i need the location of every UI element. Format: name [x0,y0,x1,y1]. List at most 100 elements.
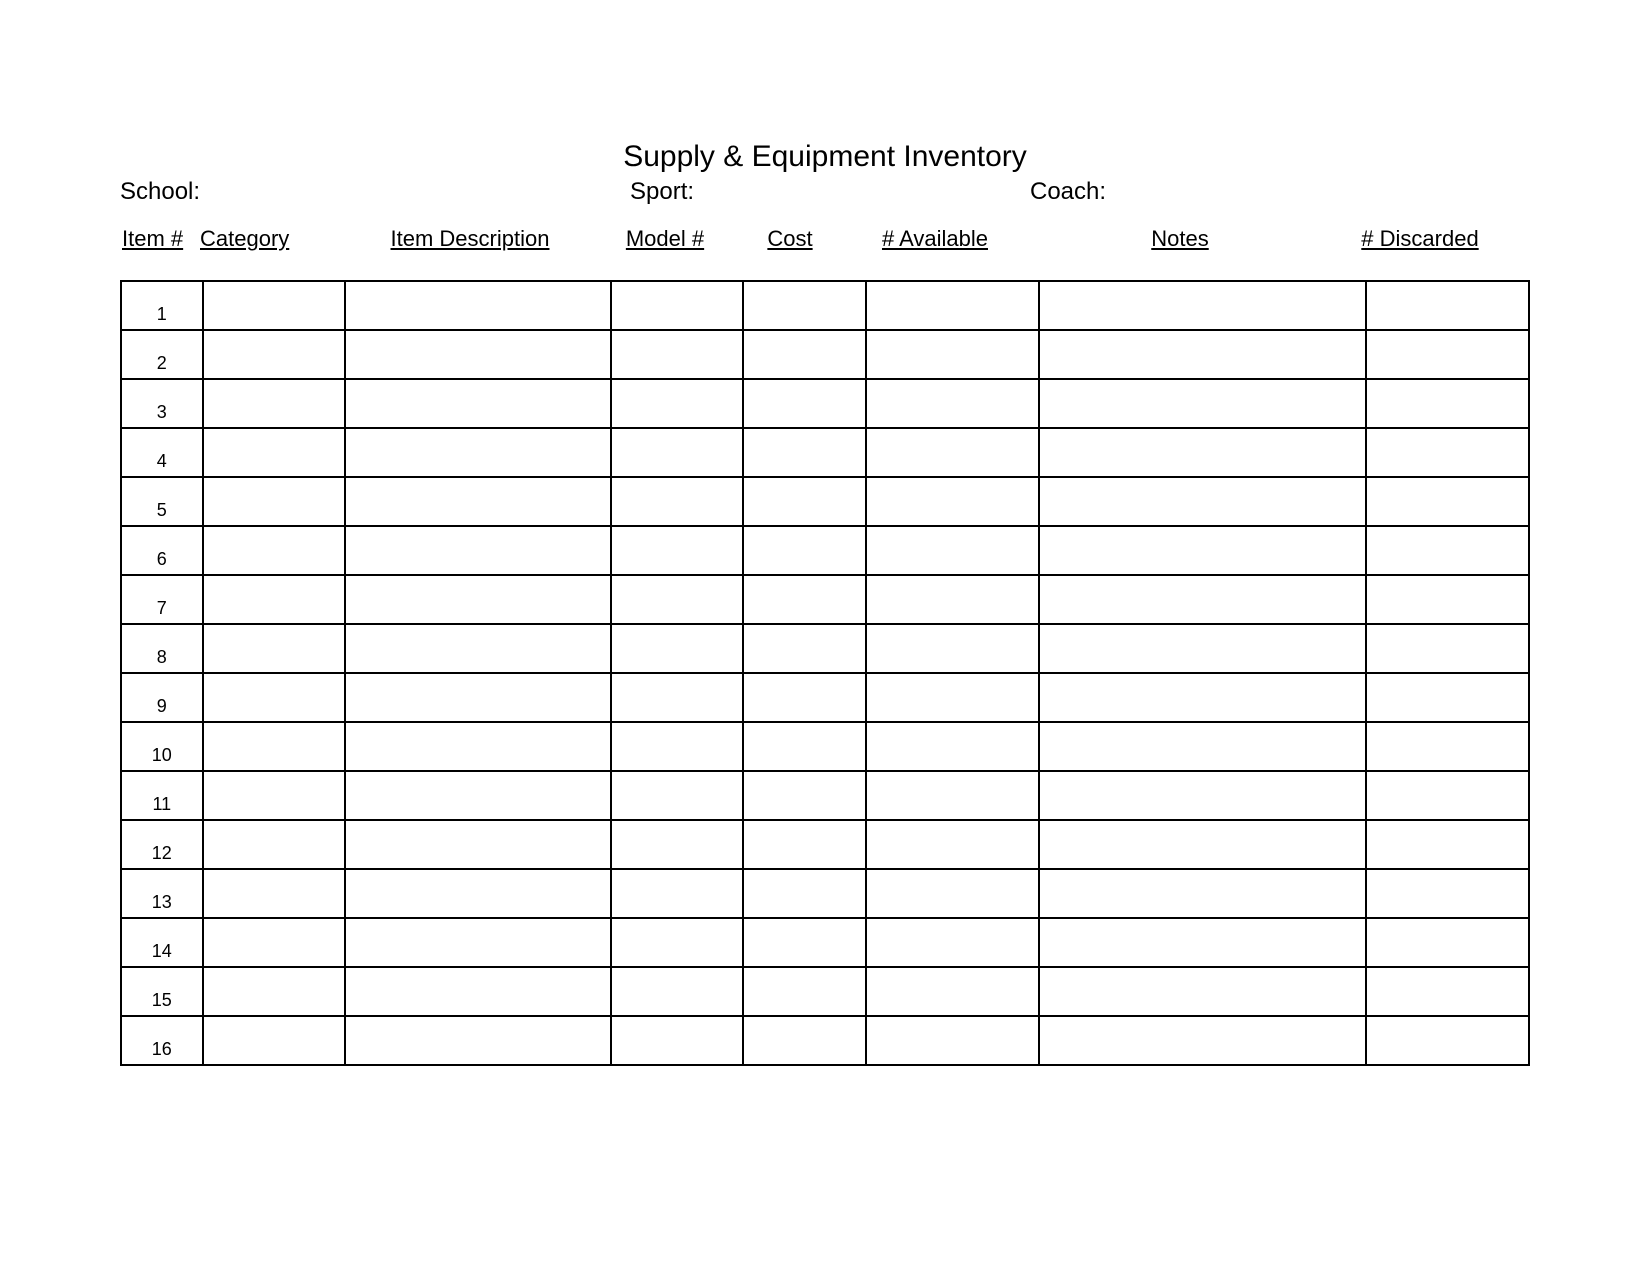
cell-category [203,820,346,869]
cell-notes [1039,575,1365,624]
cell-notes [1039,281,1365,330]
cell-discarded [1366,869,1529,918]
table-row: 9 [121,673,1529,722]
cell-item-number: 4 [121,428,203,477]
cell-cost [743,526,865,575]
cell-available [866,477,1039,526]
cell-available [866,330,1039,379]
cell-category [203,575,346,624]
cell-notes [1039,869,1365,918]
cell-available [866,575,1039,624]
cell-category [203,477,346,526]
cell-category [203,869,346,918]
cell-description [345,722,610,771]
cell-cost [743,771,865,820]
cell-discarded [1366,673,1529,722]
cell-description [345,967,610,1016]
cell-available [866,722,1039,771]
coach-label: Coach: [1030,178,1530,206]
cell-category [203,673,346,722]
cell-item-number: 3 [121,379,203,428]
cell-category [203,722,346,771]
cell-notes [1039,330,1365,379]
inventory-table: 12345678910111213141516 [120,280,1530,1066]
cell-discarded [1366,722,1529,771]
cell-model [611,575,744,624]
cell-available [866,281,1039,330]
cell-cost [743,330,865,379]
sport-label: Sport: [630,178,1030,206]
cell-item-number: 15 [121,967,203,1016]
cell-category [203,918,346,967]
cell-available [866,771,1039,820]
cell-notes [1039,820,1365,869]
cell-cost [743,967,865,1016]
cell-notes [1039,428,1365,477]
table-row: 10 [121,722,1529,771]
cell-category [203,379,346,428]
cell-item-number: 8 [121,624,203,673]
cell-description [345,918,610,967]
cell-discarded [1366,1016,1529,1065]
cell-discarded [1366,575,1529,624]
cell-description [345,1016,610,1065]
cell-model [611,1016,744,1065]
cell-description [345,428,610,477]
cell-category [203,1016,346,1065]
cell-category [203,428,346,477]
cell-model [611,624,744,673]
cell-available [866,526,1039,575]
cell-category [203,967,346,1016]
cell-available [866,869,1039,918]
cell-notes [1039,722,1365,771]
cell-cost [743,575,865,624]
table-row: 8 [121,624,1529,673]
cell-cost [743,673,865,722]
cell-discarded [1366,820,1529,869]
cell-model [611,330,744,379]
header-notes: Notes [1020,226,1340,252]
cell-cost [743,918,865,967]
cell-model [611,673,744,722]
cell-discarded [1366,330,1529,379]
school-label: School: [120,178,630,206]
cell-item-number: 16 [121,1016,203,1065]
cell-description [345,624,610,673]
cell-item-number: 14 [121,918,203,967]
cell-available [866,820,1039,869]
cell-cost [743,477,865,526]
header-category: Category [200,226,340,252]
cell-model [611,771,744,820]
cell-available [866,428,1039,477]
cell-notes [1039,526,1365,575]
cell-description [345,526,610,575]
cell-notes [1039,1016,1365,1065]
table-row: 16 [121,1016,1529,1065]
cell-description [345,820,610,869]
header-available: # Available [850,226,1020,252]
cell-description [345,869,610,918]
cell-item-number: 10 [121,722,203,771]
cell-discarded [1366,967,1529,1016]
cell-model [611,820,744,869]
column-headers: Item # Category Item Description Model #… [120,226,1530,252]
cell-notes [1039,624,1365,673]
header-discarded: # Discarded [1340,226,1500,252]
cell-description [345,673,610,722]
table-row: 2 [121,330,1529,379]
cell-item-number: 6 [121,526,203,575]
cell-cost [743,869,865,918]
header-item: Item # [120,226,200,252]
cell-description [345,771,610,820]
cell-description [345,379,610,428]
cell-description [345,281,610,330]
cell-description [345,477,610,526]
cell-model [611,967,744,1016]
inventory-form-page: Supply & Equipment Inventory School: Spo… [0,0,1650,1275]
cell-item-number: 5 [121,477,203,526]
cell-notes [1039,477,1365,526]
cell-discarded [1366,526,1529,575]
cell-cost [743,379,865,428]
cell-model [611,869,744,918]
cell-discarded [1366,379,1529,428]
